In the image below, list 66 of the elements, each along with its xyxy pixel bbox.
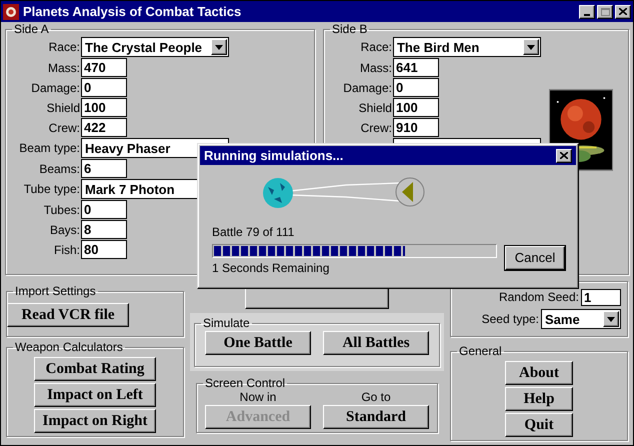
cancel-button[interactable]: Cancel [505, 246, 565, 270]
button[interactable]: Read VCR file [7, 303, 129, 327]
group-title: Screen Control [204, 377, 286, 389]
field-label: Beam type: [19, 140, 80, 157]
close-button[interactable] [556, 148, 572, 162]
dropdown[interactable]: The Crystal People [81, 37, 229, 57]
field-label: Tubes: [44, 202, 80, 218]
input-field[interactable]: 0 [81, 78, 127, 97]
maximize-button[interactable] [597, 4, 613, 18]
button[interactable]: Impact on Left [34, 383, 156, 407]
group-title: Simulate [202, 317, 251, 329]
field-label: Random Seed: [498, 289, 579, 306]
field-label: Beams: [39, 160, 80, 178]
input-field[interactable]: 8 [81, 220, 127, 239]
field-label: Mass: [360, 60, 392, 76]
input-field[interactable]: 641 [392, 58, 439, 77]
planet-icon [263, 178, 293, 208]
input-field[interactable]: 80 [81, 240, 127, 259]
status-text: Battle 79 of 111 [212, 224, 296, 241]
group-title: General [458, 345, 503, 357]
app-icon [3, 4, 19, 20]
button[interactable]: Impact on Right [34, 409, 156, 433]
field-label: Tube type: [24, 181, 80, 198]
field-label: Seed type: [482, 311, 539, 328]
button[interactable]: Combat Rating [34, 357, 156, 381]
caption: Go to [361, 389, 391, 405]
field-label: Crew: [360, 120, 392, 136]
field-label: Race: [360, 39, 392, 56]
group-title: Weapon Calculators [14, 341, 124, 353]
field-label: Shield [46, 100, 80, 116]
input-field[interactable]: 6 [81, 159, 127, 178]
remaining-text: 1 Seconds Remaining [212, 260, 330, 277]
close-icon [560, 152, 568, 159]
close-icon [619, 8, 627, 15]
field-label: Damage: [31, 80, 80, 96]
input-field[interactable]: 470 [81, 58, 127, 77]
field-label: Crew: [48, 120, 80, 136]
button[interactable]: Help [505, 387, 573, 411]
group-title: Import Settings [14, 285, 97, 297]
field-label: Fish: [54, 242, 80, 258]
field-label: Race: [48, 39, 80, 56]
field-label: Damage: [343, 80, 392, 96]
minimize-button[interactable] [579, 4, 595, 18]
dropdown[interactable]: The Bird Men [392, 37, 541, 57]
input-field[interactable]: 910 [392, 118, 439, 137]
field-label: Shield [358, 100, 392, 116]
dropdown[interactable]: Same [541, 309, 621, 329]
button[interactable]: About [505, 361, 573, 385]
input-field[interactable]: 100 [392, 98, 439, 117]
close-button[interactable] [615, 4, 631, 18]
caption: Now in [240, 389, 276, 405]
group-title: Side A [13, 23, 50, 35]
button[interactable]: One Battle [205, 331, 311, 355]
button[interactable]: Quit [505, 413, 573, 437]
group-title: Side B [330, 23, 368, 35]
field-label: Bays: [50, 222, 80, 238]
input-field[interactable]: 0 [81, 200, 127, 219]
input-field[interactable]: 1 [581, 288, 621, 306]
input-field[interactable]: 0 [392, 78, 439, 97]
button[interactable]: All Battles [323, 331, 429, 355]
input-field[interactable]: 422 [81, 118, 127, 137]
target-icon [396, 178, 424, 206]
button[interactable]: Standard [323, 405, 429, 429]
field-label: Mass: [48, 60, 80, 76]
window-title: Planets Analysis of Combat Tactics [23, 2, 242, 21]
input-field[interactable]: 100 [81, 98, 127, 117]
